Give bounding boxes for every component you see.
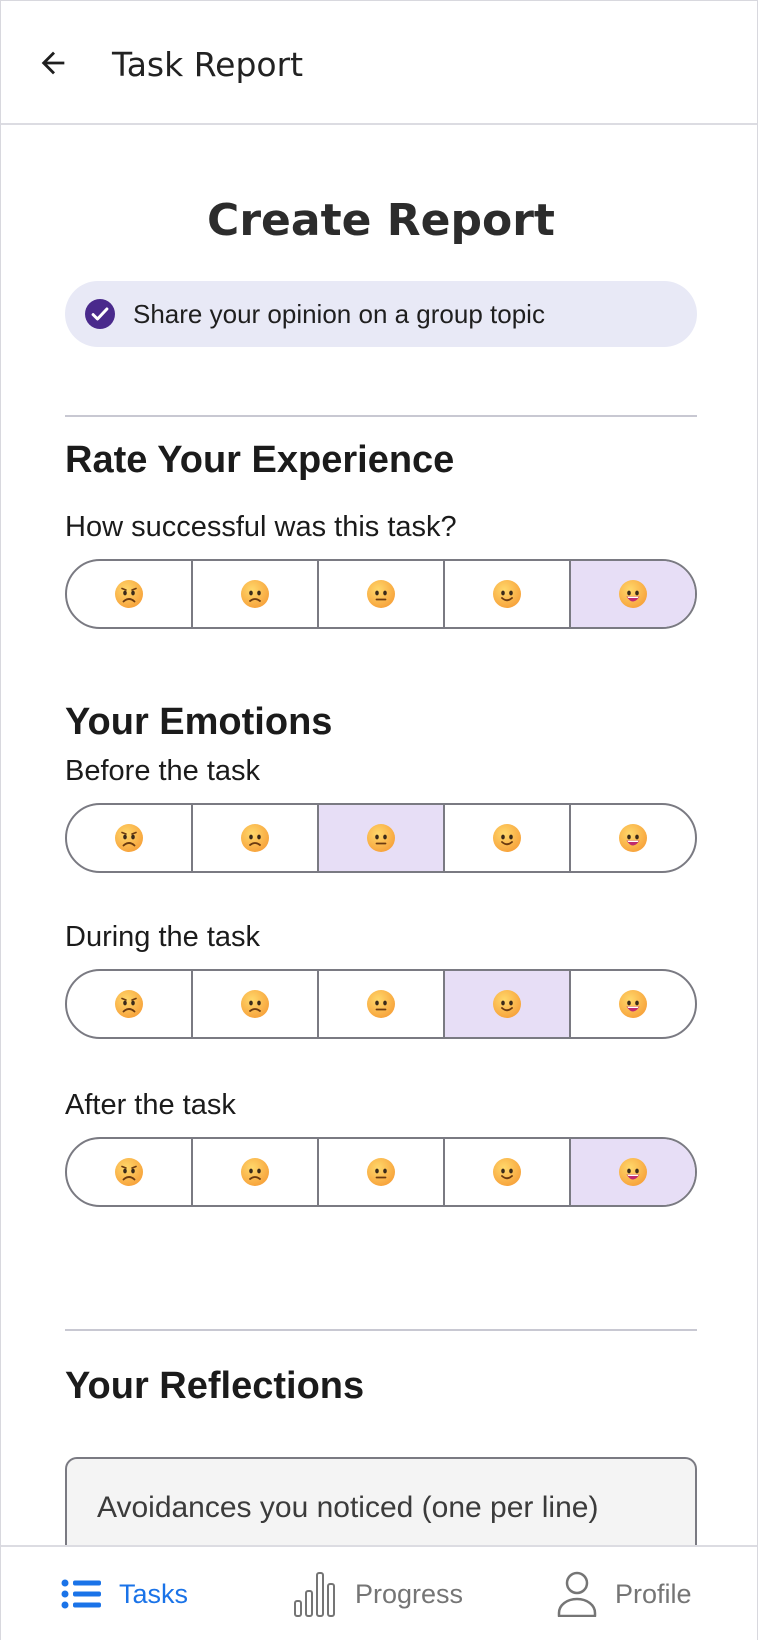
during-option-frowning-face[interactable]: [191, 971, 317, 1037]
back-button[interactable]: [31, 41, 75, 85]
after-option-neutral-face[interactable]: [317, 1139, 443, 1205]
grinning-face-icon: [619, 580, 647, 608]
before-option-anxious-face[interactable]: [67, 805, 191, 871]
frowning-face-icon: [241, 580, 269, 608]
frowning-face-icon: [241, 824, 269, 852]
success-option-frowning-face[interactable]: [191, 561, 317, 627]
app-bar-title: Task Report: [112, 45, 304, 84]
after-option-grinning-face[interactable]: [569, 1139, 695, 1205]
app-frame: Task Report Create Report Share your opi…: [0, 0, 758, 1640]
person-icon: [557, 1571, 597, 1617]
grinning-face-icon: [619, 1158, 647, 1186]
list-icon: [61, 1579, 101, 1609]
after-option-slightly-smiling-face[interactable]: [443, 1139, 569, 1205]
neutral-face-icon: [367, 580, 395, 608]
bar-chart-icon: [294, 1572, 335, 1617]
success-rating: [65, 559, 697, 629]
emotions-section-title: Your Emotions: [65, 701, 333, 743]
success-option-grinning-face[interactable]: [569, 561, 695, 627]
after-task-rating: [65, 1137, 697, 1207]
nav-profile-label: Profile: [615, 1578, 692, 1609]
before-task-rating: [65, 803, 697, 873]
reflections-section-title: Your Reflections: [65, 1365, 365, 1407]
before-option-slightly-smiling-face[interactable]: [443, 805, 569, 871]
nav-tasks-label: Tasks: [119, 1578, 189, 1609]
slightly-smiling-face-icon: [493, 1158, 521, 1186]
neutral-face-icon: [367, 990, 395, 1018]
after-option-frowning-face[interactable]: [191, 1139, 317, 1205]
bottom-navigation: Tasks Progress Profile: [1, 1545, 757, 1640]
during-task-rating: [65, 969, 697, 1039]
slightly-smiling-face-icon: [493, 990, 521, 1018]
success-option-neutral-face[interactable]: [317, 561, 443, 627]
task-topic-banner: Share your opinion on a group topic: [65, 281, 697, 347]
before-option-frowning-face[interactable]: [191, 805, 317, 871]
during-option-neutral-face[interactable]: [317, 971, 443, 1037]
after-task-label: After the task: [65, 1089, 236, 1121]
anxious-face-icon: [115, 824, 143, 852]
slightly-smiling-face-icon: [493, 580, 521, 608]
before-task-label: Before the task: [65, 755, 261, 787]
anxious-face-icon: [115, 1158, 143, 1186]
anxious-face-icon: [115, 990, 143, 1018]
before-option-grinning-face[interactable]: [569, 805, 695, 871]
success-option-slightly-smiling-face[interactable]: [443, 561, 569, 627]
page-title: Create Report: [207, 195, 555, 246]
neutral-face-icon: [367, 824, 395, 852]
section-divider: [65, 1329, 697, 1331]
check-circle-icon: [85, 299, 115, 329]
success-option-anxious-face[interactable]: [67, 561, 191, 627]
after-option-anxious-face[interactable]: [67, 1139, 191, 1205]
grinning-face-icon: [619, 990, 647, 1018]
nav-profile[interactable]: Profile: [557, 1547, 692, 1640]
frowning-face-icon: [241, 990, 269, 1018]
nav-progress-label: Progress: [355, 1578, 464, 1609]
arrow-left-icon: [41, 51, 65, 75]
nav-progress[interactable]: Progress: [293, 1547, 463, 1640]
neutral-face-icon: [367, 1158, 395, 1186]
before-option-neutral-face[interactable]: [317, 805, 443, 871]
grinning-face-icon: [619, 824, 647, 852]
during-option-grinning-face[interactable]: [569, 971, 695, 1037]
app-bar: Task Report: [1, 1, 757, 125]
frowning-face-icon: [241, 1158, 269, 1186]
during-task-label: During the task: [65, 921, 261, 953]
section-divider: [65, 415, 697, 417]
during-option-slightly-smiling-face[interactable]: [443, 971, 569, 1037]
anxious-face-icon: [115, 580, 143, 608]
avoidances-placeholder: Avoidances you noticed (one per line): [97, 1491, 599, 1524]
success-question: How successful was this task?: [65, 511, 457, 543]
slightly-smiling-face-icon: [493, 824, 521, 852]
nav-tasks[interactable]: Tasks: [61, 1547, 188, 1640]
rate-section-title: Rate Your Experience: [65, 439, 455, 481]
during-option-anxious-face[interactable]: [67, 971, 191, 1037]
task-topic-text: Share your opinion on a group topic: [133, 298, 545, 329]
